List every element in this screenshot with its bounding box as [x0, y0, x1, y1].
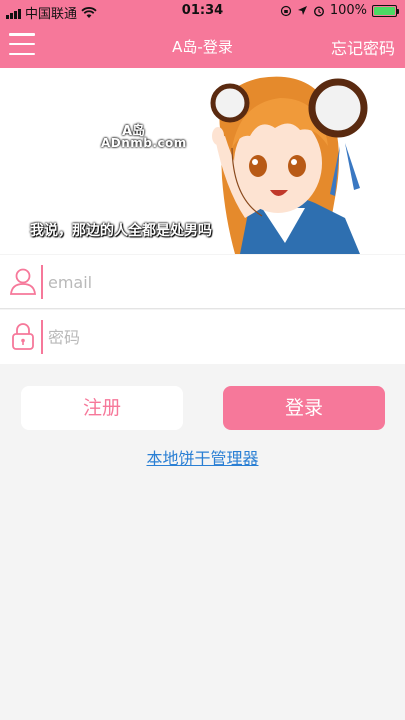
- field-divider: [41, 265, 43, 299]
- password-field[interactable]: [48, 318, 388, 356]
- field-divider: [41, 320, 43, 354]
- banner-illustration: A岛 ADnmb.com 我说，那边的人全都是处男吗: [0, 68, 405, 254]
- user-icon: [10, 268, 36, 295]
- login-button[interactable]: 登录: [223, 386, 385, 430]
- forgot-password-button[interactable]: 忘记密码: [331, 35, 395, 59]
- email-field[interactable]: [48, 263, 388, 301]
- cookie-manager-link[interactable]: 本地饼干管理器: [0, 445, 405, 469]
- email-row: [0, 255, 405, 309]
- banner-caption: 我说，那边的人全都是处男吗: [30, 223, 212, 239]
- password-row: [0, 310, 405, 364]
- battery-icon: [372, 4, 399, 17]
- status-bar: 中国联通 01:34 100%: [0, 0, 405, 22]
- lock-icon: [12, 323, 34, 350]
- location-icon: [297, 6, 307, 15]
- orientation-lock-icon: [280, 5, 291, 16]
- top-bar: 中国联通 01:34 100% A岛-登录 忘记密码: [0, 0, 405, 68]
- battery-percent: 100%: [329, 3, 367, 18]
- brand-url: ADnmb.com: [101, 136, 187, 150]
- alarm-icon: [313, 5, 324, 17]
- register-button[interactable]: 注册: [21, 386, 183, 430]
- nav-bar: A岛-登录 忘记密码: [0, 22, 405, 68]
- status-right: 100%: [280, 3, 399, 18]
